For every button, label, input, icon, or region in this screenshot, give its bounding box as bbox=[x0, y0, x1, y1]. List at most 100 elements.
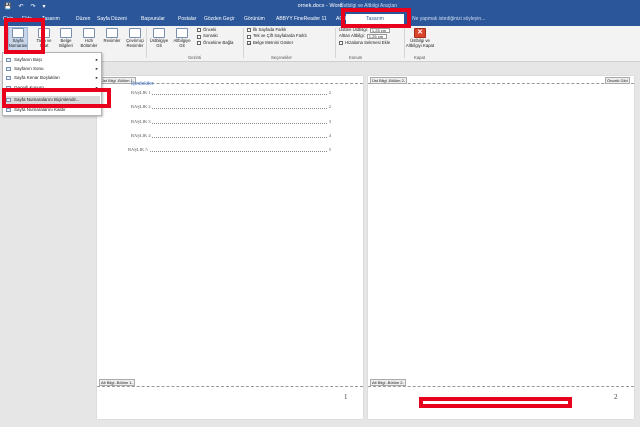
alignment-tab-icon bbox=[339, 41, 343, 46]
toc-entry[interactable]: BAŞLIK 5 5 bbox=[128, 147, 331, 154]
tab-review[interactable]: Gözden Geçir bbox=[204, 16, 235, 22]
quick-parts-icon bbox=[83, 28, 95, 38]
pictures-button[interactable]: Resimler bbox=[101, 28, 123, 44]
goto-header-label: Üstbilgiye Git bbox=[149, 38, 169, 48]
ribbon-tabs: Giriş Ekle Tasarım Düzen Sayfa Düzeni Ba… bbox=[0, 14, 640, 26]
document-title: ornek.docx - Word bbox=[297, 3, 343, 9]
tab-page-layout[interactable]: Sayfa Düzeni bbox=[97, 16, 127, 22]
navigation-list: Önceki Sonraki Öncekine Bağla bbox=[197, 27, 233, 46]
toc-entry-page: 2 bbox=[327, 104, 331, 109]
bottom-of-page-icon bbox=[6, 67, 11, 71]
toc-entry-label: BAŞLIK 2 bbox=[131, 104, 152, 109]
options-group-label: Seçenekler bbox=[271, 55, 292, 60]
next-icon bbox=[197, 34, 201, 39]
tab-abbyy[interactable]: ABBYY FineReader 11 bbox=[276, 16, 327, 22]
online-pictures-label: Çevrimiçi Resimler bbox=[126, 38, 144, 48]
menu-item-bottom-of-page[interactable]: Sayfanın Sonu ▸ bbox=[5, 65, 100, 73]
doc-info-button[interactable]: Belge Bilgileri bbox=[55, 28, 77, 49]
online-pictures-icon bbox=[129, 28, 141, 38]
goto-footer-label: Altbilgiye Git bbox=[173, 38, 191, 48]
menu-item-page-margins[interactable]: Sayfa Kenar Boşlukları ▸ bbox=[5, 74, 100, 82]
toc-entry[interactable]: BAŞLIK 3 3 bbox=[131, 119, 331, 126]
goto-header-icon bbox=[153, 28, 165, 38]
goto-footer-icon bbox=[176, 28, 188, 38]
submenu-arrow-icon: ▸ bbox=[95, 57, 98, 62]
toc-entry-page: 3 bbox=[327, 119, 331, 124]
page-1-footer-tag: Alt Bilgi -Bölüm 1- bbox=[99, 379, 135, 386]
same-as-previous-tag: Önceki Gibi bbox=[605, 77, 630, 84]
menu-item-label: Sayfa Kenar Boşlukları bbox=[14, 75, 60, 80]
page-1[interactable] bbox=[97, 76, 363, 419]
highlight-page-number-button bbox=[4, 18, 45, 54]
toc-leader bbox=[131, 123, 331, 124]
toc-leader bbox=[131, 108, 331, 109]
submenu-arrow-icon: ▸ bbox=[95, 66, 98, 71]
highlight-design-tab bbox=[341, 8, 411, 28]
highlight-format-page-numbers bbox=[2, 88, 111, 108]
menu-item-label: Sayfanın Başı bbox=[14, 57, 43, 62]
page-1-number: 1 bbox=[344, 393, 348, 401]
toc-leader bbox=[131, 94, 331, 95]
checkbox-icon bbox=[247, 28, 251, 33]
previous-icon bbox=[197, 28, 201, 33]
toc-entry-label: BAŞLIK 5 bbox=[128, 147, 149, 152]
link-previous-label: Öncekine Bağla bbox=[203, 39, 234, 45]
toc-leader bbox=[131, 137, 331, 138]
page-2-footer-boundary bbox=[368, 386, 634, 387]
close-header-footer-label: Üstbilgi ve Altbilgiyi Kapat bbox=[405, 38, 435, 48]
goto-footer-button[interactable]: Altbilgiye Git bbox=[171, 28, 193, 49]
insert-alignment-tab-label: Hizalama Sekmesi Ekle bbox=[345, 39, 391, 45]
tab-layout[interactable]: Düzen bbox=[76, 16, 90, 22]
link-previous-button[interactable]: Öncekine Bağla bbox=[197, 40, 233, 46]
toc-entry-label: BAŞLIK 3 bbox=[131, 119, 152, 124]
submenu-arrow-icon: ▸ bbox=[95, 75, 98, 80]
toc-entry-label: BAŞLIK 4 bbox=[131, 133, 152, 138]
document-info-icon bbox=[60, 28, 72, 38]
page-2-number: 2 bbox=[614, 393, 618, 401]
toc-entry-page: 5 bbox=[327, 147, 331, 152]
page-2[interactable] bbox=[368, 76, 634, 419]
quick-parts-button[interactable]: Hızlı Bölümler bbox=[78, 28, 100, 49]
menu-item-top-of-page[interactable]: Sayfanın Başı ▸ bbox=[5, 56, 100, 64]
page-margins-icon bbox=[6, 76, 11, 80]
tab-mailings[interactable]: Postalar bbox=[178, 16, 196, 22]
tell-me-search[interactable]: Ne yapmak istediğinizi söyleyin... bbox=[412, 16, 485, 22]
doc-info-label: Belge Bilgileri bbox=[59, 38, 73, 48]
toc-leader bbox=[128, 151, 331, 152]
toc-entry-label: BAŞLIK 1 bbox=[131, 90, 152, 95]
toc-entry[interactable]: BAŞLIK 4 4 bbox=[131, 133, 331, 140]
online-pictures-button[interactable]: Çevrimiçi Resimler bbox=[124, 28, 146, 49]
title-bar: 💾 ↶ ↷ ▾ ornek.docx - Word Üstbilgi ve Al… bbox=[0, 0, 640, 14]
quick-parts-label: Hızlı Bölümler bbox=[80, 38, 98, 48]
toc-entry-page: 4 bbox=[327, 133, 331, 138]
page-2-footer-tag: Alt Bilgi -Bölüm 2- bbox=[370, 379, 406, 386]
group-separator bbox=[243, 28, 244, 58]
link-icon bbox=[197, 41, 201, 46]
insert-alignment-tab-button[interactable]: Hizalama Sekmesi Ekle bbox=[339, 40, 390, 46]
header-from-top-spinner[interactable]: 1,25 cm bbox=[369, 27, 390, 33]
toc-entry[interactable]: BAŞLIK 2 2 bbox=[131, 104, 331, 111]
toc-entry[interactable]: BAŞLIK 1 2 bbox=[131, 90, 331, 97]
checked-checkbox-icon: ✓ bbox=[247, 41, 252, 47]
page-2-header-tag: Üst Bilgi -Bölüm 2- bbox=[370, 77, 408, 84]
highlight-footer-area bbox=[419, 397, 572, 408]
show-document-text-checkbox[interactable]: ✓ Belge Metnini Göster bbox=[247, 40, 307, 46]
navigation-group-label: Gezinti bbox=[188, 55, 202, 60]
tab-references[interactable]: Başvurular bbox=[141, 16, 165, 22]
group-separator bbox=[335, 28, 336, 58]
close-group-label: Kapat bbox=[414, 55, 425, 60]
page-2-header-boundary bbox=[368, 83, 634, 84]
group-separator bbox=[146, 28, 147, 58]
close-header-footer-button[interactable]: ✕ Üstbilgi ve Altbilgiyi Kapat bbox=[403, 28, 437, 49]
menu-item-label: Sayfanın Sonu bbox=[14, 66, 44, 71]
position-group-label: Konum bbox=[349, 55, 363, 60]
toc-title: İçindekiler bbox=[131, 81, 154, 87]
pictures-label: Resimler bbox=[103, 38, 121, 43]
toc-entry-page: 2 bbox=[327, 90, 331, 95]
remove-page-numbers-icon bbox=[6, 108, 11, 112]
goto-header-button[interactable]: Üstbilgiye Git bbox=[148, 28, 170, 49]
pictures-icon bbox=[106, 28, 118, 38]
footer-from-bottom-spinner[interactable]: 1,25 cm bbox=[366, 34, 387, 40]
tab-view[interactable]: Görünüm bbox=[244, 16, 265, 22]
options-list: İlk Sayfada Farklı Tek ve Çift Sayfalard… bbox=[247, 27, 307, 46]
